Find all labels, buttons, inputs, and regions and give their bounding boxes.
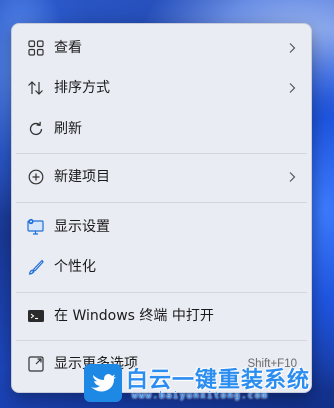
menu-item-personalize[interactable]: 个性化 (16, 249, 307, 285)
menu-item-new[interactable]: 新建项目 (16, 159, 307, 195)
menu-item-sort[interactable]: 排序方式 (16, 70, 307, 106)
chevron-right-icon (289, 43, 296, 53)
menu-item-view[interactable]: 查看 (16, 30, 307, 66)
watermark: 白云一键重装系统 www.baiyunxitong.com (74, 360, 334, 408)
terminal-icon (26, 306, 46, 326)
menu-item-refresh[interactable]: 刷新 (16, 111, 307, 147)
new-item-icon (26, 167, 46, 187)
more-options-icon (26, 354, 46, 374)
menu-separator (16, 292, 307, 293)
menu-item-label: 新建项目 (54, 169, 110, 185)
menu-item-label: 刷新 (54, 121, 82, 137)
menu-item-display-settings[interactable]: 显示设置 (16, 209, 307, 245)
desktop-context-menu: 查看 排序方式 刷新 新建项目 显示设置 个性化 在 Windows 终端 中打… (11, 23, 312, 393)
menu-separator (16, 340, 307, 341)
menu-item-label: 在 Windows 终端 中打开 (54, 308, 214, 324)
display-icon (26, 217, 46, 237)
menu-item-open-terminal[interactable]: 在 Windows 终端 中打开 (16, 298, 307, 334)
menu-item-label: 个性化 (54, 259, 96, 275)
sort-icon (26, 78, 46, 98)
grid-icon (26, 38, 46, 58)
watermark-url: www.baiyunxitong.com (132, 391, 269, 401)
bird-logo-icon (84, 364, 122, 402)
menu-separator (16, 153, 307, 154)
brush-icon (26, 257, 46, 277)
menu-item-label: 显示设置 (54, 219, 110, 235)
watermark-title: 白云一键重装系统 (126, 368, 311, 393)
refresh-icon (26, 119, 46, 139)
chevron-right-icon (289, 83, 296, 93)
menu-item-label: 排序方式 (54, 80, 110, 96)
menu-item-label: 查看 (54, 40, 82, 56)
chevron-right-icon (289, 172, 296, 182)
menu-separator (16, 202, 307, 203)
